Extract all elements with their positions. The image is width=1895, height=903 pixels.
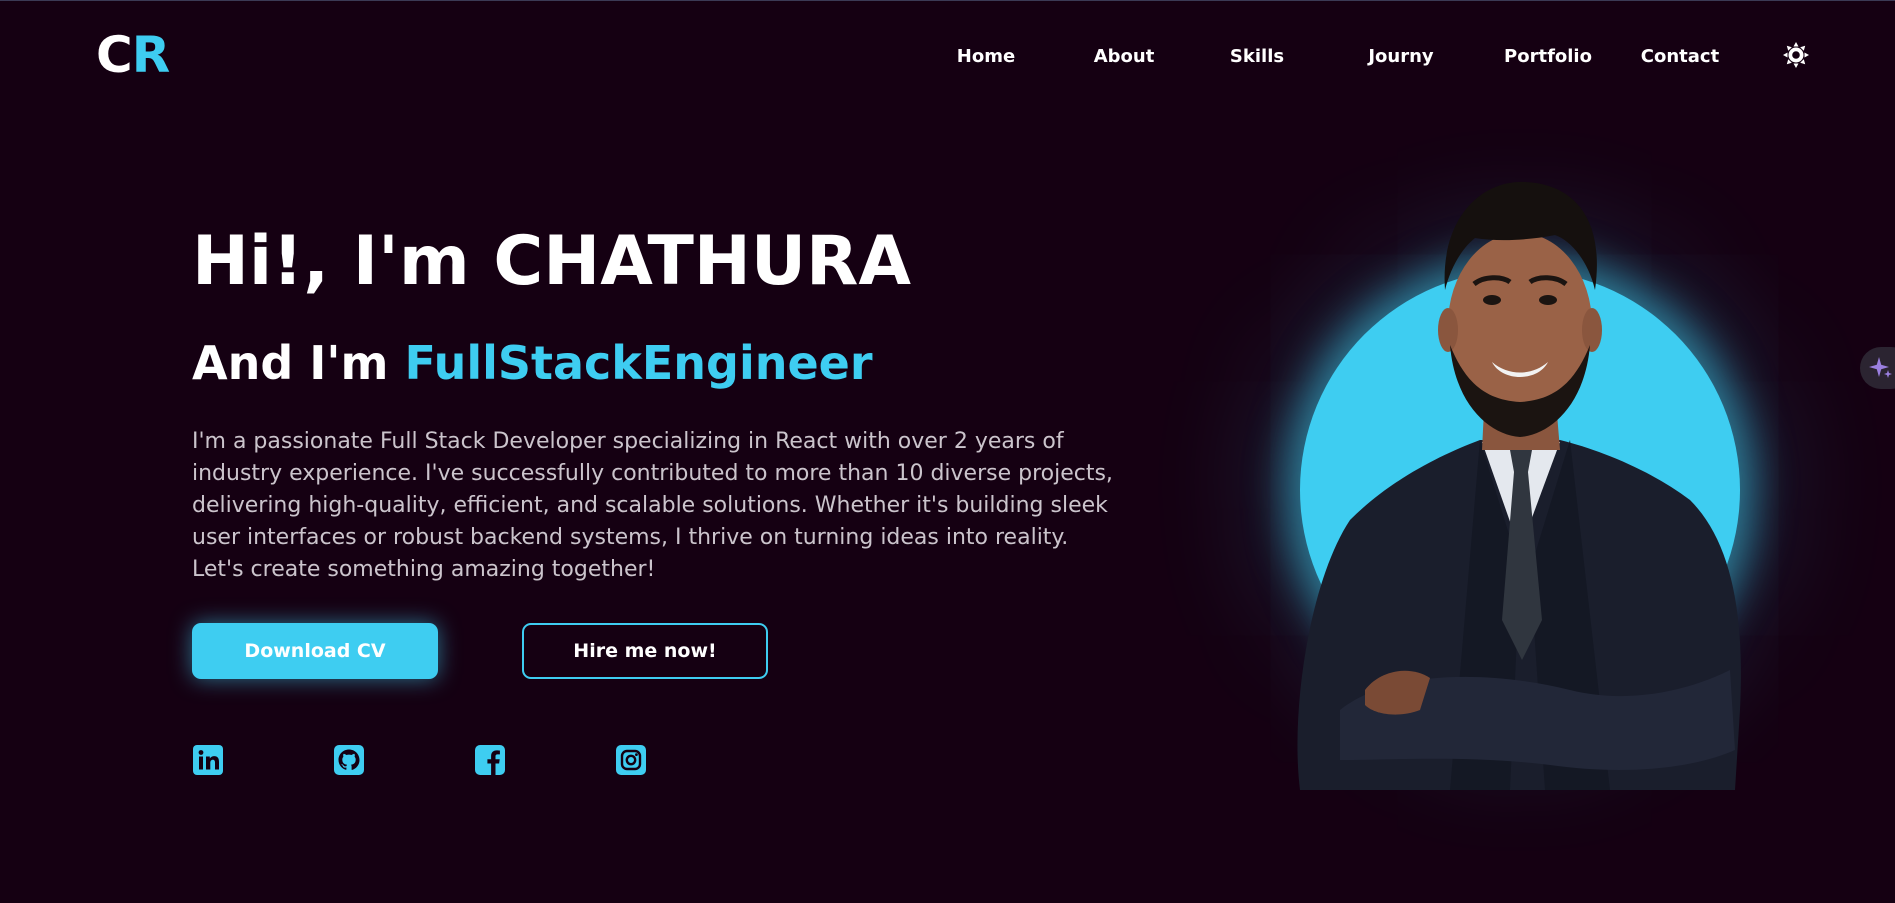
side-widget-tab[interactable] (1860, 347, 1895, 389)
linkedin-link[interactable] (192, 744, 224, 776)
nav-home[interactable]: Home (957, 46, 1015, 67)
logo[interactable]: CR (96, 30, 170, 80)
facebook-icon (475, 745, 505, 775)
sun-icon (1783, 42, 1809, 68)
hire-me-button[interactable]: Hire me now! (522, 623, 768, 679)
logo-letter-c: C (96, 26, 133, 84)
nav-about[interactable]: About (1094, 46, 1155, 67)
linkedin-icon (193, 745, 223, 775)
instagram-link[interactable] (615, 744, 647, 776)
sparkle-icon (1869, 357, 1892, 378)
logo-letter-r: R (131, 26, 171, 84)
nav-portfolio[interactable]: Portfolio (1504, 46, 1592, 67)
hero-role-highlight: FullStackEngineer (404, 336, 873, 390)
facebook-link[interactable] (474, 744, 506, 776)
hero-subtitle-prefix: And I'm (192, 336, 405, 390)
profile-photo (1297, 181, 1741, 790)
nav-journy[interactable]: Journy (1368, 46, 1433, 67)
hero-subtitle: And I'm FullStackEngineer (192, 340, 873, 386)
github-link[interactable] (333, 744, 365, 776)
theme-toggle-button[interactable] (1782, 41, 1810, 69)
hero-description: I'm a passionate Full Stack Developer sp… (192, 429, 1113, 582)
top-border (0, 0, 1895, 1)
download-cv-button[interactable]: Download CV (192, 623, 438, 679)
instagram-icon (616, 745, 646, 775)
nav-skills[interactable]: Skills (1230, 46, 1284, 67)
nav-contact[interactable]: Contact (1641, 46, 1719, 67)
hero-title: Hi!, I'm CHATHURA (192, 222, 912, 301)
github-icon (334, 745, 364, 775)
